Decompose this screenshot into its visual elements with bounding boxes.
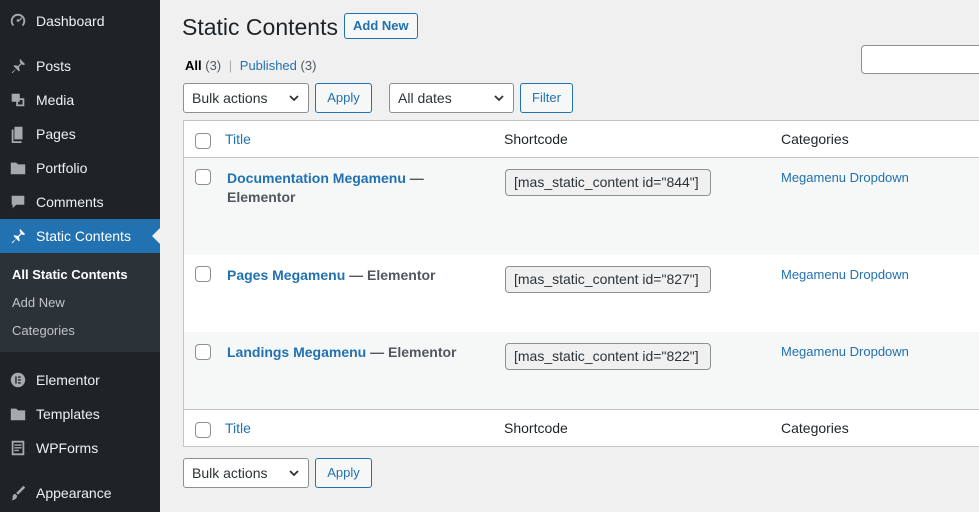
column-title-footer[interactable]: Title	[225, 420, 251, 436]
filter-all-count: (3)	[205, 58, 222, 73]
chevron-down-icon	[289, 470, 299, 477]
row-category-link[interactable]: Megamenu Dropdown	[781, 344, 909, 359]
row-title-link[interactable]: Pages Megamenu	[227, 267, 345, 283]
elementor-icon	[0, 363, 36, 397]
status-filter-links: All (3) | Published (3)	[185, 58, 316, 73]
apply-button-top[interactable]: Apply	[315, 83, 372, 113]
row-title-suffix: — Elementor	[370, 344, 457, 360]
shortcode-field[interactable]: [mas_static_content id="844"]	[505, 169, 711, 196]
static-contents-submenu: All Static Contents Add New Categories	[0, 253, 160, 352]
page-title: Static Contents	[182, 14, 338, 40]
submenu-all-static-contents[interactable]: All Static Contents	[0, 261, 160, 289]
table-row: Landings Megamenu — Elementor [mas_stati…	[184, 332, 979, 410]
column-shortcode-header: Shortcode	[504, 131, 568, 147]
row-title-suffix: — Elementor	[349, 267, 436, 283]
menu-templates[interactable]: Templates	[0, 397, 160, 431]
menu-static-contents[interactable]: Static Contents	[0, 219, 160, 253]
pages-icon	[0, 117, 36, 151]
pin-icon	[0, 219, 36, 253]
add-new-button[interactable]: Add New	[344, 13, 418, 39]
comment-icon	[0, 185, 36, 219]
row-checkbox[interactable]	[195, 266, 211, 282]
menu-dashboard[interactable]: Dashboard	[0, 4, 160, 38]
date-filter-select[interactable]: All dates	[389, 83, 514, 113]
row-category-link[interactable]: Megamenu Dropdown	[781, 267, 909, 282]
media-icon	[0, 83, 36, 117]
menu-label: Media	[36, 92, 75, 108]
filter-button[interactable]: Filter	[520, 83, 573, 113]
admin-sidebar: Dashboard Posts Media Pages Portfolio Co…	[0, 0, 160, 512]
chevron-down-icon	[289, 95, 299, 102]
submenu-categories[interactable]: Categories	[0, 317, 160, 345]
row-checkbox[interactable]	[195, 344, 211, 360]
select-all-checkbox[interactable]	[195, 133, 211, 149]
table-row: Documentation Megamenu — Elementor [mas_…	[184, 158, 979, 255]
bulk-actions-value: Bulk actions	[192, 465, 268, 481]
row-category-link[interactable]: Megamenu Dropdown	[781, 170, 909, 185]
table-header: Title Shortcode Categories	[184, 121, 979, 158]
menu-label: Static Contents	[36, 228, 131, 244]
search-input[interactable]	[861, 45, 979, 74]
row-title-link[interactable]: Landings Megamenu	[227, 344, 366, 360]
menu-elementor[interactable]: Elementor	[0, 363, 160, 397]
brush-icon	[0, 476, 36, 510]
menu-media[interactable]: Media	[0, 83, 160, 117]
menu-label: Templates	[36, 406, 100, 422]
bulk-actions-select-top[interactable]: Bulk actions	[183, 83, 309, 113]
menu-posts[interactable]: Posts	[0, 49, 160, 83]
select-all-checkbox-footer[interactable]	[195, 422, 211, 438]
dashboard-icon	[0, 4, 36, 38]
posts-table: Title Shortcode Categories Documentation…	[183, 120, 979, 447]
menu-label: Pages	[36, 126, 76, 142]
shortcode-field[interactable]: [mas_static_content id="822"]	[505, 343, 711, 370]
bulk-actions-value: Bulk actions	[192, 90, 268, 106]
apply-button-bottom[interactable]: Apply	[315, 458, 372, 488]
forms-icon	[0, 431, 36, 465]
pin-icon	[0, 49, 36, 83]
menu-label: WPForms	[36, 440, 99, 456]
column-title-header[interactable]: Title	[225, 131, 251, 147]
column-categories-footer: Categories	[781, 420, 849, 436]
row-title: Landings Megamenu — Elementor	[227, 343, 457, 362]
menu-pages[interactable]: Pages	[0, 117, 160, 151]
menu-label: Comments	[36, 194, 104, 210]
row-title: Pages Megamenu — Elementor	[227, 266, 457, 285]
row-checkbox[interactable]	[195, 169, 211, 185]
chevron-down-icon	[494, 95, 504, 102]
column-shortcode-footer: Shortcode	[504, 420, 568, 436]
shortcode-field[interactable]: [mas_static_content id="827"]	[505, 266, 711, 293]
column-categories-header: Categories	[781, 131, 849, 147]
bulk-actions-select-bottom[interactable]: Bulk actions	[183, 458, 309, 488]
filter-published-link[interactable]: Published	[240, 58, 297, 73]
table-footer: Title Shortcode Categories	[184, 409, 979, 446]
menu-label: Portfolio	[36, 160, 88, 176]
row-title-link[interactable]: Documentation Megamenu	[227, 170, 406, 186]
menu-appearance[interactable]: Appearance	[0, 476, 160, 510]
menu-portfolio[interactable]: Portfolio	[0, 151, 160, 185]
menu-wpforms[interactable]: WPForms	[0, 431, 160, 465]
submenu-add-new[interactable]: Add New	[0, 289, 160, 317]
date-filter-value: All dates	[398, 90, 452, 106]
menu-label: Appearance	[36, 485, 112, 501]
row-title: Documentation Megamenu — Elementor	[227, 169, 457, 207]
menu-comments[interactable]: Comments	[0, 185, 160, 219]
folder-icon	[0, 397, 36, 431]
filter-separator: |	[228, 58, 233, 73]
folder-icon	[0, 151, 36, 185]
menu-label: Posts	[36, 58, 72, 74]
menu-label: Dashboard	[36, 13, 105, 29]
filter-all-label[interactable]: All	[185, 58, 202, 73]
table-row: Pages Megamenu — Elementor [mas_static_c…	[184, 255, 979, 332]
filter-published-count: (3)	[300, 58, 317, 73]
menu-label: Elementor	[36, 372, 100, 388]
